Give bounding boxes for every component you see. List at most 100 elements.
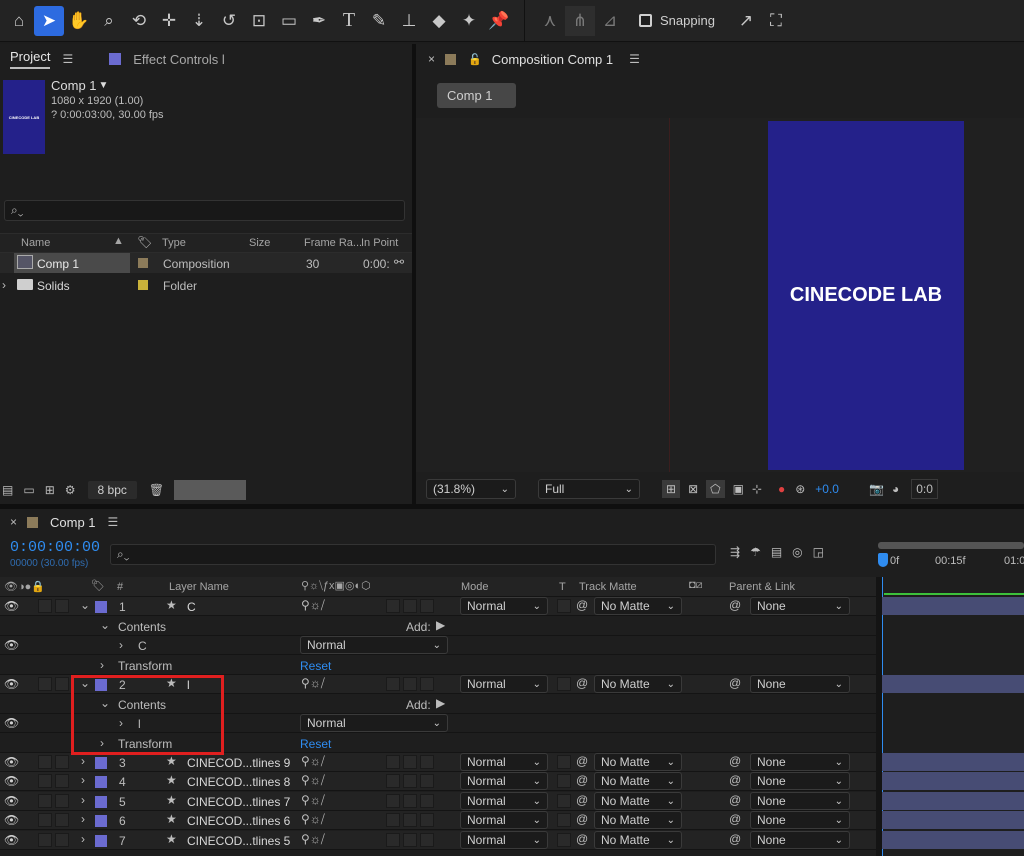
grid-guides-icon[interactable]: ⊹ bbox=[752, 482, 762, 496]
col-parent-link[interactable]: Parent & Link bbox=[729, 581, 795, 593]
project-item-comp[interactable]: Comp 1 Composition 30 0:00: ⚯ bbox=[0, 253, 412, 273]
lock-box[interactable] bbox=[38, 599, 52, 613]
frame-blending-icon[interactable]: ▤ bbox=[771, 545, 782, 559]
layer-switches[interactable]: ⚲☼⧸ bbox=[301, 793, 325, 808]
matte-link-icon[interactable]: @ bbox=[576, 793, 588, 807]
shy-box[interactable] bbox=[55, 774, 69, 788]
project-settings-icon[interactable]: ⚙ bbox=[65, 483, 76, 497]
shy-box[interactable] bbox=[55, 813, 69, 827]
col-type[interactable]: Type bbox=[162, 237, 186, 249]
channel-icon[interactable]: ● bbox=[778, 482, 785, 496]
switch-box[interactable] bbox=[420, 677, 434, 691]
col-size[interactable]: Size bbox=[249, 237, 270, 249]
blend-mode-dropdown[interactable]: Normal ⌄ bbox=[300, 636, 448, 654]
comp-dropdown-icon[interactable]: ▼ bbox=[99, 80, 109, 91]
puppet-pin-icon[interactable]: 📌 bbox=[484, 6, 514, 36]
brush-tool-icon[interactable]: ✎ bbox=[364, 6, 394, 36]
eraser-tool-icon[interactable]: ◆ bbox=[424, 6, 454, 36]
zoom-tool-icon[interactable]: ⌕ bbox=[94, 6, 124, 36]
work-area-bar[interactable] bbox=[878, 542, 1024, 549]
layer-name[interactable]: CINECOD...tlines 6 bbox=[187, 814, 290, 828]
time-ruler[interactable]: 0f 00:15f 01:0 bbox=[876, 541, 1024, 577]
lock-box[interactable] bbox=[38, 677, 52, 691]
project-item-folder[interactable]: › Solids Folder bbox=[0, 275, 412, 295]
switch-box[interactable] bbox=[386, 677, 400, 691]
parent-dropdown[interactable]: None ⌄ bbox=[750, 811, 850, 829]
track-matte-dropdown[interactable]: No Matte ⌄ bbox=[594, 772, 682, 790]
preserve-transparency-box[interactable] bbox=[557, 794, 571, 808]
comp-tab-title[interactable]: Composition Comp 1 bbox=[492, 52, 613, 67]
sort-up-icon[interactable]: ▲ bbox=[113, 235, 124, 247]
preserve-transparency-box[interactable] bbox=[557, 677, 571, 691]
preserve-transparency-box[interactable] bbox=[557, 599, 571, 613]
mode-dropdown[interactable]: Normal ⌄ bbox=[460, 753, 548, 771]
matte-link-icon[interactable]: @ bbox=[576, 598, 588, 612]
motion-blur-icon[interactable]: ◎ bbox=[792, 545, 802, 559]
add-menu-icon[interactable]: ▶ bbox=[436, 618, 445, 632]
eye-icon[interactable]: 👁 bbox=[4, 716, 19, 730]
axis-view-icon[interactable]: ⊿ bbox=[595, 6, 625, 36]
preserve-transparency-box[interactable] bbox=[557, 755, 571, 769]
layer-duration-bar[interactable] bbox=[882, 811, 1024, 829]
switch-box[interactable] bbox=[386, 774, 400, 788]
switch-box[interactable] bbox=[403, 833, 417, 847]
chevron-right-icon[interactable]: › bbox=[81, 812, 85, 826]
close-icon[interactable]: × bbox=[428, 52, 435, 66]
mode-dropdown[interactable]: Normal ⌄ bbox=[460, 792, 548, 810]
switch-box[interactable] bbox=[420, 813, 434, 827]
track-matte-dropdown[interactable]: No Matte ⌄ bbox=[594, 675, 682, 693]
layer-row[interactable]: 👁 › 4 ★ CINECOD...tlines 8 ⚲☼⧸ Normal ⌄ @ No Matt… bbox=[0, 772, 876, 791]
project-search-input[interactable]: ⌕⌄ bbox=[4, 200, 405, 221]
pick-whip-icon[interactable]: @ bbox=[729, 773, 741, 787]
clone-stamp-icon[interactable]: ⊥ bbox=[394, 6, 424, 36]
track-matte-dropdown[interactable]: No Matte ⌄ bbox=[594, 831, 682, 849]
camera-snapshot-icon[interactable]: 📷 bbox=[869, 482, 884, 496]
preserve-transparency-box[interactable] bbox=[557, 774, 571, 788]
switch-box[interactable] bbox=[420, 599, 434, 613]
home-icon[interactable]: ⌂ bbox=[4, 6, 34, 36]
comp-breadcrumb[interactable]: Comp 1 bbox=[437, 83, 516, 108]
layer-row[interactable]: 👁 › 7 ★ CINECOD...tlines 5 ⚲☼⧸ Normal ⌄ @ No Matt… bbox=[0, 831, 876, 850]
selection-tool-icon[interactable]: ➤ bbox=[34, 5, 64, 36]
pick-whip-icon[interactable]: @ bbox=[729, 754, 741, 768]
layer-switches[interactable]: ⚲☼⧸ bbox=[301, 812, 325, 827]
layer-name[interactable]: CINECOD...tlines 7 bbox=[187, 795, 290, 809]
shy-box[interactable] bbox=[55, 833, 69, 847]
switch-box[interactable] bbox=[386, 813, 400, 827]
track-matte-dropdown[interactable]: No Matte ⌄ bbox=[594, 597, 682, 615]
matte-link-icon[interactable]: @ bbox=[576, 676, 588, 690]
parent-dropdown[interactable]: None ⌄ bbox=[750, 792, 850, 810]
shy-box[interactable] bbox=[55, 794, 69, 808]
mode-dropdown[interactable]: Normal ⌄ bbox=[460, 831, 548, 849]
comp-viewer[interactable]: CINECODE LAB bbox=[416, 118, 1024, 472]
new-comp-icon[interactable]: ⊞ bbox=[45, 483, 55, 497]
zoom-dropdown[interactable]: (31.8%) ⌄ bbox=[426, 479, 516, 499]
close-icon[interactable]: × bbox=[10, 515, 17, 529]
layer-duration-bar[interactable] bbox=[882, 831, 1024, 849]
eye-icon[interactable]: 👁 bbox=[4, 774, 19, 788]
current-time-field[interactable]: 0:0 bbox=[911, 479, 938, 499]
layer-row[interactable]: 👁 › 6 ★ CINECOD...tlines 6 ⚲☼⧸ Normal ⌄ @ No Matt… bbox=[0, 811, 876, 830]
col-in-point[interactable]: In Point bbox=[361, 237, 398, 249]
resolution-dropdown[interactable]: Full ⌄ bbox=[538, 479, 640, 499]
reset-link[interactable]: Reset bbox=[300, 737, 331, 751]
layer-name[interactable]: C bbox=[187, 600, 196, 614]
layer-row[interactable]: 👁 ⌄ 1 ★ C ⚲☼⧸ Normal ⌄ @ No Matte ⌄ @ None… bbox=[0, 597, 876, 616]
switch-box[interactable] bbox=[420, 774, 434, 788]
tab-project[interactable]: Project bbox=[10, 49, 51, 69]
add-menu-icon[interactable]: ▶ bbox=[436, 696, 445, 710]
mode-dropdown[interactable]: Normal ⌄ bbox=[460, 675, 548, 693]
switch-box[interactable] bbox=[403, 755, 417, 769]
switch-box[interactable] bbox=[420, 794, 434, 808]
content-item-row[interactable]: 👁 › C Normal ⌄ bbox=[0, 636, 876, 655]
switch-box[interactable] bbox=[386, 755, 400, 769]
tab-effect-controls[interactable]: Effect Controls l bbox=[133, 52, 225, 67]
eye-icon[interactable]: 👁 bbox=[4, 833, 19, 847]
switch-box[interactable] bbox=[386, 794, 400, 808]
graph-editor-icon[interactable]: ◲ bbox=[813, 545, 824, 559]
switch-box[interactable] bbox=[403, 794, 417, 808]
layer-label-swatch[interactable] bbox=[95, 796, 107, 808]
pick-whip-icon[interactable]: @ bbox=[729, 793, 741, 807]
parent-dropdown[interactable]: None ⌄ bbox=[750, 597, 850, 615]
eye-icon[interactable]: 👁 bbox=[4, 755, 19, 769]
